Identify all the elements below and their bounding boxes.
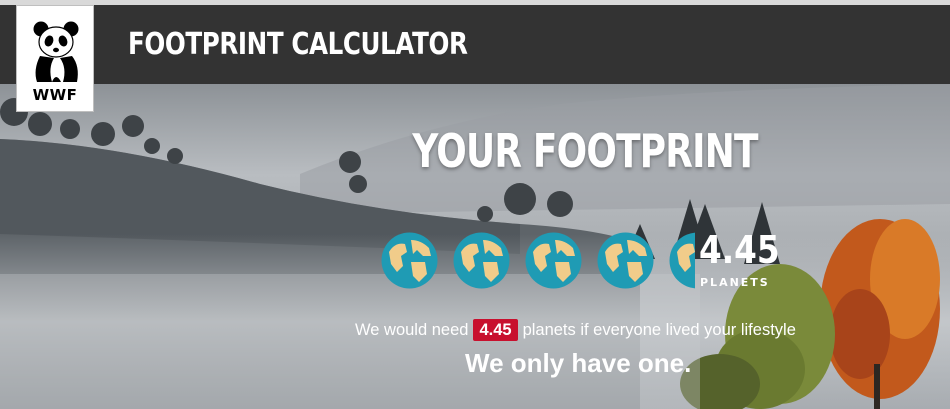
header-title: FOOTPRINT CALCULATOR [128, 27, 468, 62]
need-planets-sentence: We would need 4.45 planets if everyone liv… [355, 318, 796, 342]
need-prefix: We would need [355, 321, 469, 339]
need-suffix: planets if everyone lived your lifestyle [522, 321, 796, 339]
earth-globe-icon [453, 232, 510, 289]
tagline: We only have one. [465, 348, 692, 378]
earth-globe-icon [381, 232, 438, 289]
earth-globe-icon [597, 232, 654, 289]
earth-globe-icon [525, 232, 582, 289]
site-header: FOOTPRINT CALCULATOR [0, 5, 950, 84]
wwf-logo[interactable]: WWF [16, 5, 94, 112]
planet-unit-label: PLANETS [700, 276, 770, 289]
planet-value: 4.45 [699, 228, 780, 272]
earth-globe-partial-icon [669, 232, 695, 289]
your-footprint-heading: YOUR FOOTPRINT [412, 124, 758, 178]
need-value-badge: 4.45 [473, 319, 518, 341]
logo-text: WWF [32, 86, 78, 104]
panda-icon [33, 21, 79, 82]
